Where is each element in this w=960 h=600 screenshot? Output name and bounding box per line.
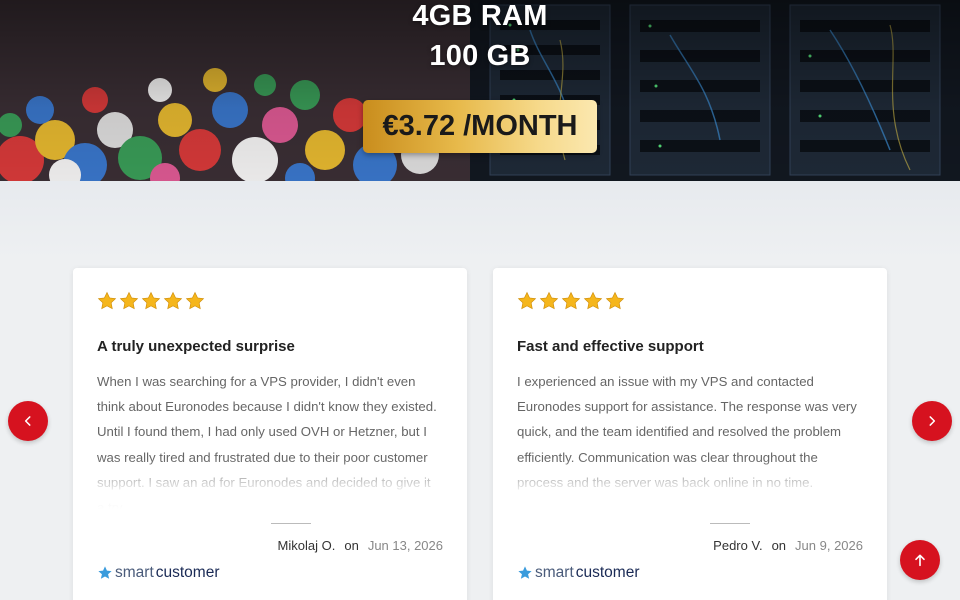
logo-text-customer: customer: [155, 564, 220, 581]
price-badge[interactable]: €3.72 /MONTH: [363, 100, 597, 153]
star-icon: [517, 291, 537, 310]
review-card: A truly unexpected surprise When I was s…: [73, 268, 467, 600]
text-fade: [517, 459, 857, 509]
scroll-to-top-button[interactable]: [900, 540, 940, 580]
carousel-prev-button[interactable]: [8, 401, 48, 441]
review-byline: Mikolaj O. on Jun 13, 2026: [278, 538, 443, 553]
review-title: A truly unexpected surprise: [97, 338, 295, 355]
spec-storage: 100 GB: [429, 40, 531, 72]
chevron-right-icon: [929, 416, 936, 426]
star-icon: [119, 291, 139, 310]
spec-ram: 4GB RAM: [412, 0, 548, 32]
byline-on: on: [771, 538, 787, 553]
review-date: Jun 13, 2026: [367, 538, 443, 553]
logo-text-customer: customer: [575, 564, 640, 581]
smartcustomer-star-icon: [98, 566, 112, 579]
star-icon: [539, 291, 559, 310]
star-icon: [97, 291, 117, 310]
divider: [271, 523, 311, 524]
star-icon: [605, 291, 625, 310]
review-byline: Pedro V. on Jun 9, 2026: [713, 538, 863, 553]
review-title: Fast and effective support: [517, 338, 704, 355]
arrow-up-icon: [915, 554, 925, 567]
text-fade: [97, 459, 437, 509]
review-author: Pedro V.: [713, 538, 763, 553]
divider: [710, 523, 750, 524]
review-body: I experienced an issue with my VPS and c…: [517, 369, 857, 509]
star-icon: [561, 291, 581, 310]
logo-text-smart: smart: [115, 564, 154, 581]
review-card: Fast and effective support I experienced…: [493, 268, 887, 600]
review-body: When I was searching for a VPS provider,…: [97, 369, 437, 509]
star-icon: [141, 291, 161, 310]
chevron-left-icon: [24, 416, 31, 426]
byline-on: on: [344, 538, 359, 553]
hero-banner: 4GB RAM 100 GB €3.72 /MONTH: [0, 0, 960, 181]
smartcustomer-logo[interactable]: smart customer: [97, 564, 220, 582]
section-background: [0, 181, 960, 261]
star-rating: [97, 291, 205, 311]
logo-text-smart: smart: [535, 564, 574, 581]
star-icon: [185, 291, 205, 310]
review-date: Jun 9, 2026: [795, 538, 863, 553]
star-rating: [517, 291, 625, 311]
review-author: Mikolaj O.: [277, 538, 336, 553]
smartcustomer-logo[interactable]: smart customer: [517, 564, 640, 582]
carousel-next-button[interactable]: [912, 401, 952, 441]
smartcustomer-star-icon: [518, 566, 532, 579]
star-icon: [163, 291, 183, 310]
star-icon: [583, 291, 603, 310]
